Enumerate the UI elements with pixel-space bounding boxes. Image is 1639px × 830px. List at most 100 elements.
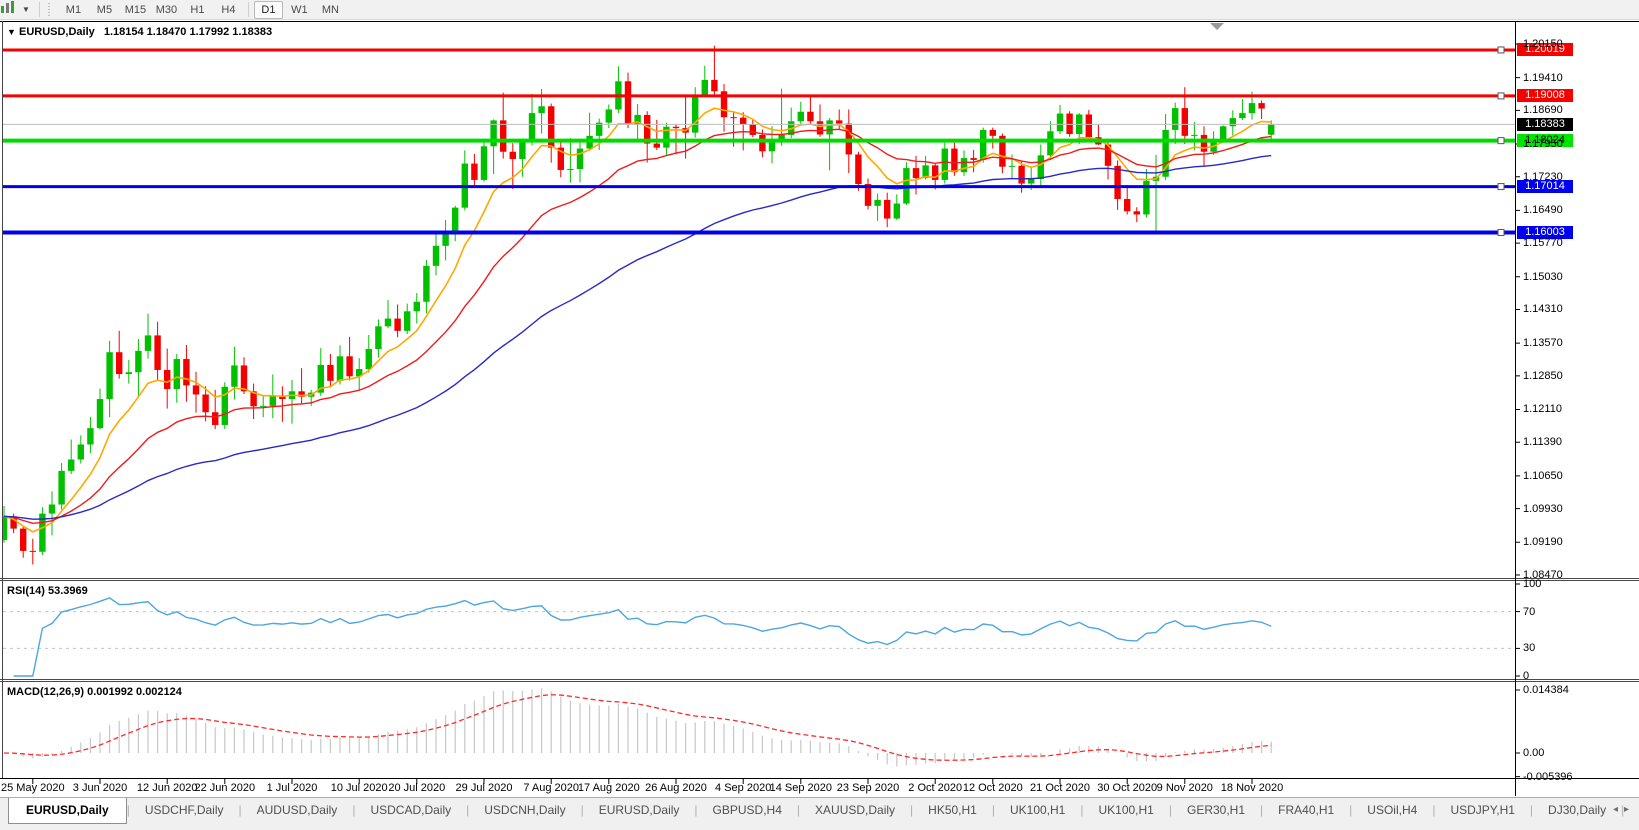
time-label: 25 May 2020 [1,782,65,794]
candle-body [385,319,391,327]
price-tick-1.16490: 1.16490 [1523,204,1563,216]
candle-body [1009,166,1015,167]
candle-body [1114,166,1120,199]
bottom-tab-usdcad-daily[interactable]: USDCAD,Daily [355,798,466,823]
candle-body [654,144,660,148]
bottom-tab-fra40-h1[interactable]: FRA40,H1 [1263,798,1349,823]
bottom-tab-audusd-daily[interactable]: AUDUSD,Daily [242,798,353,823]
chart-canvas[interactable] [0,0,1639,797]
tab-scroll-right-icon[interactable]: ▸ [1624,804,1635,815]
bottom-tab-eurusd-daily[interactable]: EURUSD,Daily [584,798,695,823]
chart-shift-marker [1210,23,1224,30]
symbol-dropdown-caret-icon[interactable]: ▼ [7,27,16,37]
candle-body [1018,166,1024,184]
candle-body [97,399,103,428]
time-label: 18 Nov 2020 [1221,782,1283,794]
bottom-tab-usdcnh-daily[interactable]: USDCNH,Daily [469,798,580,823]
hline-handle[interactable] [1498,138,1504,144]
bottom-tab-usoil-h4[interactable]: USOil,H4 [1352,798,1432,823]
time-label: 2 Oct 2020 [908,782,962,794]
candle-body [702,80,708,95]
candle-body [337,356,343,381]
time-label: 23 Sep 2020 [837,782,899,794]
bottom-tab-usdjpy-h1[interactable]: USDJPY,H1 [1435,798,1529,823]
hline-handle[interactable] [1498,93,1504,99]
hline-handle[interactable] [1498,230,1504,236]
candle-body [346,356,352,376]
ma-line-8 [4,108,1271,532]
time-label: 7 Aug 2020 [523,782,579,794]
candle-body [836,120,842,123]
candle-body [68,460,74,471]
tab-scroll-left-icon[interactable]: ◂ [1613,804,1624,815]
candle-body [673,127,679,128]
hline-handle[interactable] [1498,47,1504,53]
candle-body [529,113,535,140]
macd-tick-0.014384: 0.014384 [1523,684,1569,696]
time-label: 21 Oct 2020 [1030,782,1090,794]
candle-body [606,109,612,122]
candle-body [951,149,957,173]
candle-body [826,120,832,134]
tab-eurusd-daily-active[interactable]: EURUSD,Daily [8,798,127,824]
candle-body [625,81,631,124]
time-label: 22 Jun 2020 [195,782,256,794]
candle-body [327,365,333,381]
inactive-tabs: |USDCHF,Daily|AUDUSD,Daily|USDCAD,Daily|… [127,798,1639,823]
price-tick-1.17950: 1.17950 [1523,138,1563,150]
chart-tab-bar: EURUSD,Daily |USDCHF,Daily|AUDUSD,Daily|… [0,797,1639,830]
price-tick-1.15030: 1.15030 [1523,271,1563,283]
price-tick-1.12110: 1.12110 [1523,403,1562,415]
candle-body [807,112,813,122]
candle-body [164,370,170,389]
candle-body [740,118,746,125]
price-tick-1.12850: 1.12850 [1523,370,1563,382]
candle-body [874,200,880,206]
time-label: 29 Jul 2020 [456,782,513,794]
candle-body [884,200,890,219]
candle-body [20,529,26,551]
candle-body [1028,179,1034,184]
time-label: 9 Nov 2020 [1157,782,1213,794]
candle-body [730,117,736,118]
price-tick-1.09930: 1.09930 [1523,503,1563,515]
price-tick-1.11390: 1.11390 [1523,436,1562,448]
candle-body [471,164,477,180]
bottom-tab-ger30-h1[interactable]: GER30,H1 [1172,798,1260,823]
bottom-tab-xauusd-daily[interactable]: XAUUSD,Daily [800,798,910,823]
candle-body [538,106,544,113]
price-tick-1.10650: 1.10650 [1523,470,1563,482]
macd-tick-0.00: 0.00 [1523,747,1544,759]
bottom-tab-gbpusd-h4[interactable]: GBPUSD,H4 [698,798,797,823]
candle-body [913,168,919,178]
candle-body [567,169,573,170]
bottom-tab-usdchf-daily[interactable]: USDCHF,Daily [130,798,239,823]
candle-body [961,158,967,172]
candle-body [519,140,525,159]
rsi-line [14,598,1272,676]
bottom-tab-uk100-h1[interactable]: UK100,H1 [995,798,1080,823]
candle-body [87,428,93,444]
candle-body [1134,211,1140,214]
candle-body [1057,114,1063,132]
candle-body [1066,114,1072,134]
candle-body [577,149,583,169]
candle-body [183,359,189,385]
candle-body [135,351,141,372]
candle-body [58,471,64,505]
candle-body [1038,155,1044,179]
ma-line-55 [4,156,1271,520]
price-tick-1.19410: 1.19410 [1523,72,1563,84]
candle-body [231,365,237,386]
macd-pane-label: MACD(12,26,9) 0.001992 0.002124 [7,686,182,698]
candle-body [990,130,996,136]
macd-histogram [4,688,1271,766]
bottom-tab-dj30-daily[interactable]: DJ30,Daily [1533,798,1621,823]
candle-body [375,326,381,349]
candle-body [481,146,487,180]
bottom-tab-uk100-h1[interactable]: UK100,H1 [1083,798,1168,823]
bottom-tab-hk50-h1[interactable]: HK50,H1 [913,798,992,823]
hline-handle[interactable] [1498,184,1504,190]
price-tick-1.18690: 1.18690 [1523,104,1563,116]
candle-body [1239,113,1245,118]
